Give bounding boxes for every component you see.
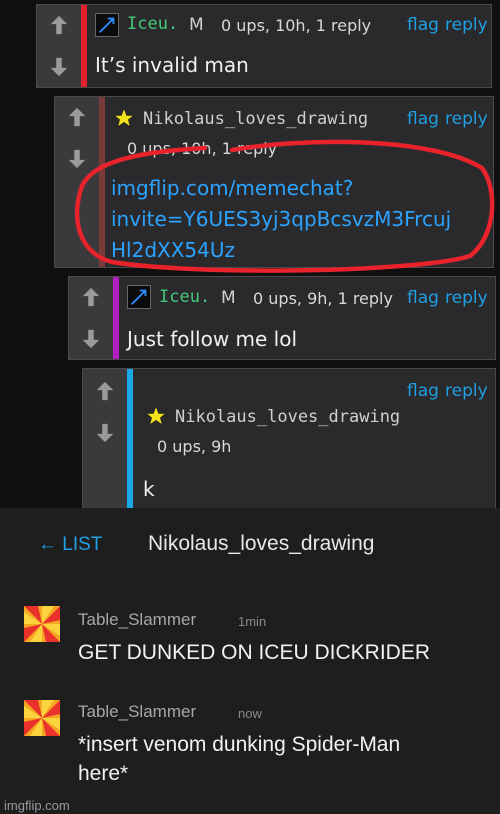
comment-thread: Iceu. M 0 ups, 10h, 1 reply flag reply I…	[0, 0, 500, 508]
chat-message-sender[interactable]: Table_Slammer	[78, 702, 196, 722]
chat-title: Nikolaus_loves_drawing	[148, 532, 375, 555]
chat-message-sender[interactable]: Table_Slammer	[78, 610, 196, 630]
chat-message-text: GET DUNKED ON ICEU DICKRIDER	[78, 641, 430, 664]
user-avatar-icon[interactable]	[24, 606, 60, 642]
back-to-list-button[interactable]: ← LIST	[38, 534, 102, 556]
chat-message-time: now	[238, 706, 262, 721]
user-avatar-icon[interactable]	[24, 700, 60, 736]
chat-message-text-continued: here*	[78, 762, 129, 785]
chat-message-time: 1min	[238, 614, 267, 629]
imgflip-watermark: imgflip.com	[4, 798, 70, 813]
red-circle-annotation	[74, 139, 495, 273]
chat-panel: ← LIST Nikolaus_loves_drawing Table_Slam…	[0, 508, 500, 814]
chat-message-text: *insert venom dunking Spider-Man	[78, 733, 401, 756]
